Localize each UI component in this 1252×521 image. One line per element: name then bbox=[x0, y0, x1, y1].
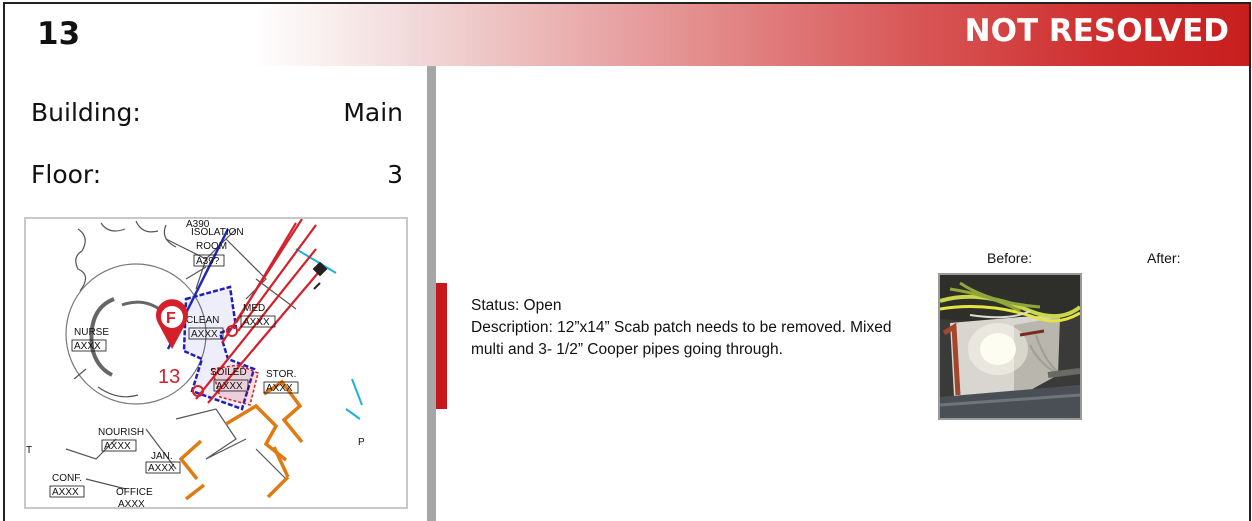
pin-letter: F bbox=[166, 310, 176, 327]
pin-number: 13 bbox=[158, 366, 180, 388]
map-label-nurse-tag: AXXX bbox=[74, 341, 101, 352]
map-label-jan-tag: AXXX bbox=[148, 463, 175, 474]
status-banner: NOT RESOLVED bbox=[964, 13, 1229, 49]
floor-label: Floor: bbox=[31, 160, 102, 189]
issue-header: 13 NOT RESOLVED bbox=[5, 4, 1249, 66]
status-text: Status: Open bbox=[471, 297, 562, 314]
map-label-soiled: SOILED bbox=[210, 367, 247, 378]
map-label-med: MED. bbox=[243, 303, 268, 314]
map-label-nurse: NURSE bbox=[74, 327, 109, 338]
map-label-stor: STOR. bbox=[266, 369, 296, 380]
building-value: Main bbox=[343, 98, 403, 127]
map-label-jan: JAN. bbox=[151, 451, 173, 462]
map-label-clean: CLEAN bbox=[186, 315, 219, 326]
issue-number: 13 bbox=[37, 16, 81, 52]
map-label-conf: CONF. bbox=[52, 473, 82, 484]
map-label-nourish-tag: AXXX bbox=[104, 441, 131, 452]
map-label-room-tag: A39? bbox=[196, 256, 220, 267]
before-photo[interactable] bbox=[938, 273, 1082, 420]
map-label-isolation: ISOLATION bbox=[191, 227, 244, 238]
map-label-med-tag: AXXX bbox=[243, 317, 270, 328]
map-label-clean-tag: AXXX bbox=[191, 329, 218, 340]
floor-plan-map[interactable]: A390 ISOLATION ROOM A39? NURSE AXXX CLEA… bbox=[24, 217, 408, 509]
description-text: Description: 12”x14” Scab patch needs to… bbox=[471, 319, 892, 358]
before-label: Before: bbox=[987, 250, 1033, 266]
map-label-edge-t: T bbox=[26, 445, 32, 456]
map-label-room: ROOM bbox=[196, 241, 227, 252]
map-label-conf-tag: AXXX bbox=[52, 487, 79, 498]
location-panel: Building: Main Floor: 3 A390 ISOLATION R… bbox=[5, 66, 427, 521]
floor-value: 3 bbox=[387, 160, 403, 189]
issue-card: 13 NOT RESOLVED Building: Main Floor: 3 bbox=[3, 2, 1251, 521]
map-label-soiled-tag: AXXX bbox=[216, 381, 243, 392]
map-label-stor-tag: AXXX bbox=[266, 383, 293, 394]
map-label-nourish: NOURISH bbox=[98, 427, 144, 438]
map-label-edge-p: P bbox=[358, 437, 365, 448]
map-label-office-tag: AXXX bbox=[118, 499, 145, 507]
issue-details: Status: Open Description: 12”x14” Scab p… bbox=[471, 295, 901, 361]
building-label: Building: bbox=[31, 98, 141, 127]
details-panel: Status: Open Description: 12”x14” Scab p… bbox=[436, 66, 1249, 521]
status-indicator-bar bbox=[436, 283, 447, 409]
panel-divider bbox=[427, 66, 436, 521]
after-label: After: bbox=[1147, 250, 1181, 266]
map-label-office: OFFICE bbox=[116, 487, 153, 498]
